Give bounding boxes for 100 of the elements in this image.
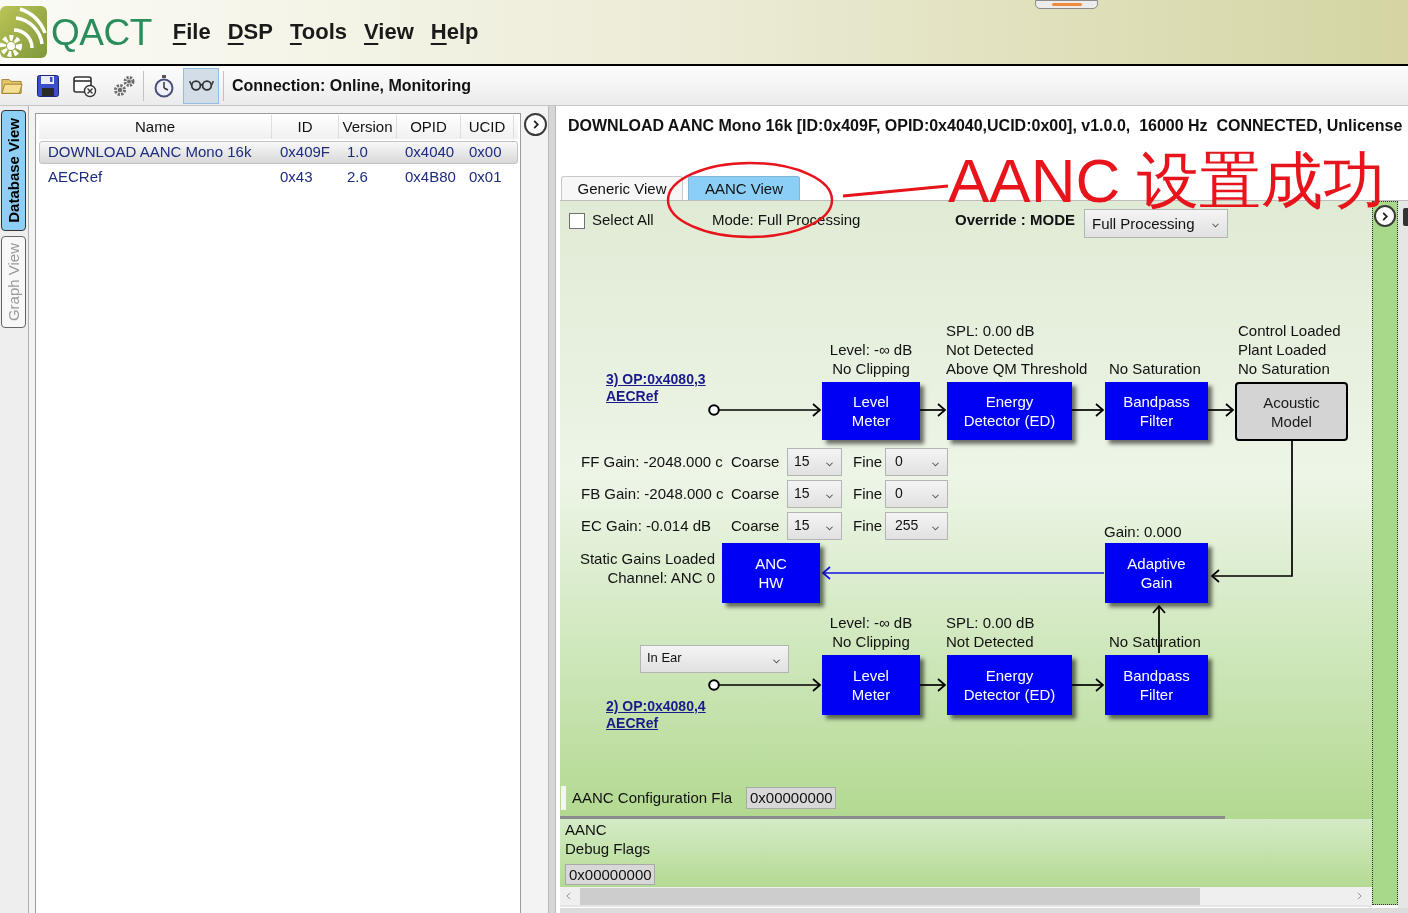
chevron-down-icon xyxy=(932,525,939,531)
table-cell-text: 2.6 xyxy=(346,167,369,188)
chevron-down-icon xyxy=(826,493,833,499)
status-text: No Saturation xyxy=(1109,359,1201,378)
scrollbar-thumb[interactable] xyxy=(580,887,1200,905)
chevron-down-icon xyxy=(932,493,939,499)
coarse-label: Coarse xyxy=(731,515,781,536)
view-tab[interactable]: Generic View xyxy=(561,176,683,200)
selector-dropdown[interactable]: In Ear xyxy=(640,645,789,673)
circle-node-icon xyxy=(708,679,720,691)
fine-dropdown[interactable]: 255 xyxy=(885,512,948,540)
coarse-dropdown[interactable]: 15 xyxy=(787,480,842,508)
gain-label: FF Gain: -2048.000 c xyxy=(581,451,724,472)
process-block[interactable]: Level Meter xyxy=(822,382,920,440)
arrow-connector xyxy=(1207,403,1235,417)
table-cell-text: 0x43 xyxy=(279,167,314,188)
column-header[interactable]: OPID xyxy=(397,115,461,139)
table-cell-text: 0x01 xyxy=(468,167,503,188)
arrow-connector xyxy=(919,403,947,417)
column-header[interactable]: Version xyxy=(339,115,397,139)
coarse-dropdown[interactable]: 15 xyxy=(787,448,842,476)
grip-handle-icon xyxy=(1035,0,1098,9)
expand-button[interactable] xyxy=(524,113,547,136)
fine-label: Fine xyxy=(852,451,884,472)
status-text: Static Gains Loaded Channel: ANC 0 xyxy=(578,549,715,587)
module-header: DOWNLOAD AANC Mono 16k [ID:0x409F, OPID:0x4040,UCID:0x00], v1.0.0, 16000 Hz CONNECTED, Unlicense xyxy=(567,116,1404,136)
process-block[interactable]: ANC HW xyxy=(722,543,820,603)
fine-dropdown[interactable]: 0 xyxy=(885,480,948,508)
config-flags-field[interactable]: 0x00000000 xyxy=(746,787,836,809)
arrow-connector xyxy=(919,678,947,692)
table-row[interactable]: DOWNLOAD AANC Mono 16k 0x409F 1.0 0x4040 0x00 xyxy=(39,141,518,164)
process-block[interactable]: Energy Detector (ED) xyxy=(947,655,1072,715)
table-cell-text: 0x00 xyxy=(468,142,503,163)
side-tab[interactable]: Database View xyxy=(1,110,26,231)
override-dropdown[interactable]: Full Processing xyxy=(1084,209,1228,238)
model-block[interactable]: Acoustic Model xyxy=(1235,382,1348,441)
checkbox[interactable] xyxy=(569,212,585,229)
process-block[interactable]: Bandpass Filter xyxy=(1105,382,1208,440)
chevron-right-icon xyxy=(532,120,539,129)
gain-label: FB Gain: -2048.000 c xyxy=(581,483,725,504)
column-header[interactable]: UCID xyxy=(461,115,514,139)
monitor-button[interactable] xyxy=(183,67,219,104)
coarse-label: Coarse xyxy=(731,451,781,472)
status-text: Level: -∞ dB No Clipping xyxy=(828,613,914,651)
status-text: Control Loaded Plant Loaded No Saturation xyxy=(1238,321,1341,378)
arrow-connector xyxy=(1071,403,1105,417)
config-flags-label: AANC Configuration Fla xyxy=(572,787,734,808)
scroll-left-icon xyxy=(566,892,571,900)
process-block[interactable]: Energy Detector (ED) xyxy=(947,382,1072,440)
chevron-down-icon xyxy=(1212,223,1219,228)
status-text: SPL: 0.00 dB Not Detected Above QM Threshold xyxy=(946,321,1088,378)
process-block[interactable]: Adaptive Gain xyxy=(1105,543,1208,603)
logo-icon xyxy=(0,6,47,58)
menu-item[interactable]: Help xyxy=(430,21,479,43)
chevron-down-icon xyxy=(826,525,833,531)
process-block[interactable]: Level Meter xyxy=(822,655,920,715)
coarse-dropdown[interactable]: 15 xyxy=(787,512,842,540)
horizontal-scrollbar[interactable] xyxy=(560,887,1372,905)
module-link[interactable]: 3) OP:0x4080,3 AECRef xyxy=(606,371,706,405)
module-link[interactable]: 2) OP:0x4080,4 AECRef xyxy=(606,698,706,732)
glasses-icon xyxy=(188,80,214,91)
table-cell-text: 0x409F xyxy=(279,142,332,163)
debug-flags-field[interactable]: 0x00000000 xyxy=(565,864,655,885)
menu-item[interactable]: View xyxy=(364,21,414,43)
table-cell-text: 0x4040 xyxy=(404,142,456,163)
arrow-connector xyxy=(1071,678,1105,692)
scroll-right-icon xyxy=(1357,892,1362,900)
chevron-right-icon xyxy=(1382,211,1388,221)
fine-dropdown[interactable]: 0 xyxy=(885,448,948,476)
logo-text: QACT xyxy=(51,13,152,51)
fine-label: Fine xyxy=(852,515,884,536)
process-block[interactable]: Bandpass Filter xyxy=(1105,655,1208,715)
debug-flags-label: AANC Debug Flags xyxy=(565,820,652,858)
table-cell-text: 0x4B80 xyxy=(404,167,457,188)
edge-tab-icon xyxy=(1403,208,1408,226)
table-cell-text: 1.0 xyxy=(346,142,369,163)
table-cell-text: DOWNLOAD AANC Mono 16k xyxy=(47,142,253,163)
column-header[interactable]: Name xyxy=(39,115,272,139)
stopwatch-icon xyxy=(152,73,176,98)
coarse-label: Coarse xyxy=(731,483,781,504)
menu-item[interactable]: Tools xyxy=(289,21,347,43)
chevron-down-icon xyxy=(932,461,939,467)
status-text: SPL: 0.00 dB Not Detected xyxy=(946,613,1035,651)
menu-item[interactable]: DSP xyxy=(227,21,273,43)
status-text: Gain: 0.000 xyxy=(1104,522,1182,541)
connection-status: Connection: Online, Monitoring xyxy=(232,75,472,96)
table-cell-text: AECRef xyxy=(47,167,104,188)
fine-label: Fine xyxy=(852,483,884,504)
select-all-label: Select All xyxy=(592,210,654,231)
view-tab[interactable]: AANC View xyxy=(688,176,800,200)
gears-icon xyxy=(112,73,136,98)
circle-node-icon xyxy=(708,404,720,416)
gain-label: EC Gain: -0.014 dB xyxy=(581,515,713,536)
table-row[interactable]: AECRef 0x43 2.6 0x4B80 0x01 xyxy=(39,166,518,189)
chevron-down-icon xyxy=(773,658,780,664)
menu-item[interactable]: File xyxy=(172,21,211,43)
window-close-icon xyxy=(73,73,97,98)
chevron-down-icon xyxy=(826,461,833,467)
column-header[interactable]: ID xyxy=(272,115,339,139)
status-text: Level: -∞ dB No Clipping xyxy=(828,340,914,378)
